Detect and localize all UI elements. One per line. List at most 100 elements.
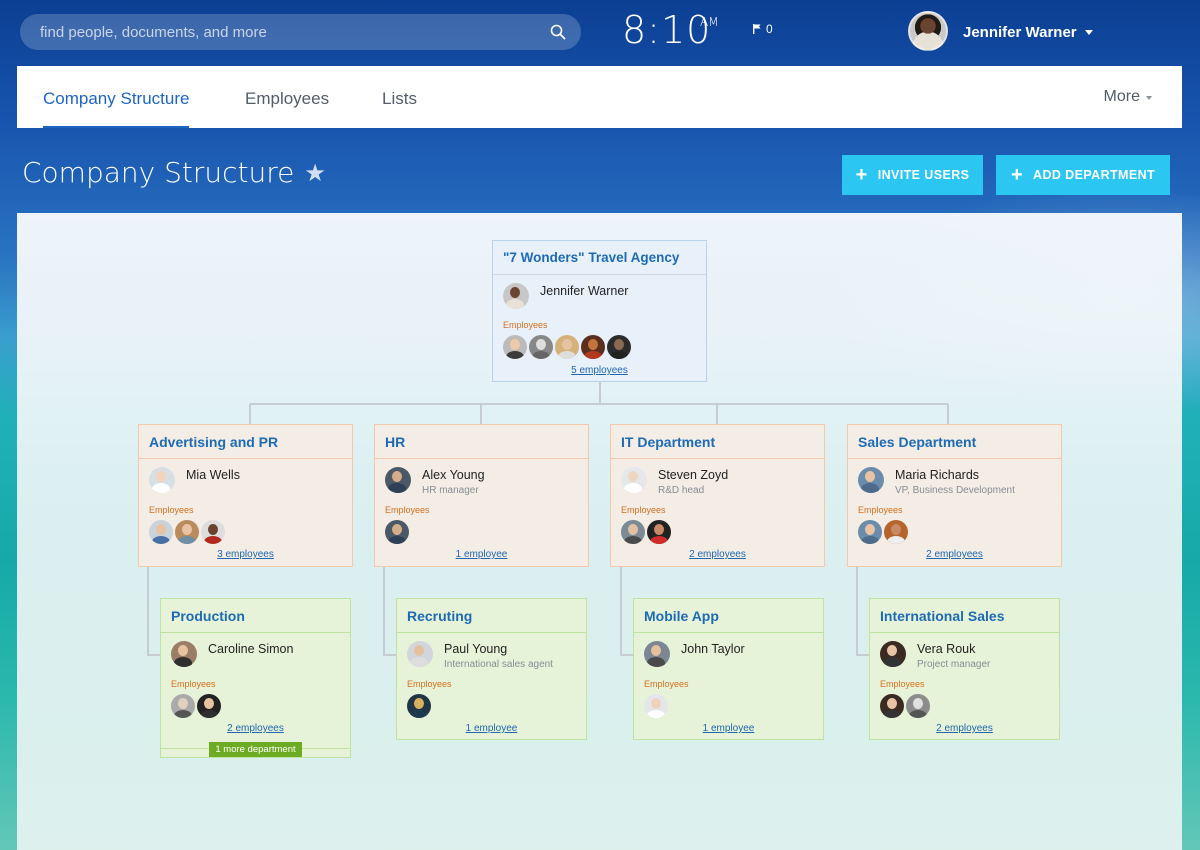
avatar[interactable]	[644, 641, 670, 667]
department-head[interactable]: Alex Young HR manager	[385, 467, 485, 496]
head-name: Alex Young	[422, 468, 485, 482]
star-icon[interactable]: ★	[304, 159, 326, 187]
department-head[interactable]: Vera Rouk Project manager	[880, 641, 990, 670]
structure-panel: "7 Wonders" Travel Agency Jennifer Warne…	[17, 213, 1182, 850]
employee-avatars	[621, 520, 671, 544]
head-role: VP, Business Development	[895, 485, 1015, 496]
tab-employees[interactable]: Employees	[245, 66, 329, 128]
tab-company-structure[interactable]: Company Structure	[43, 66, 190, 128]
avatar[interactable]	[149, 467, 175, 493]
avatar[interactable]	[503, 335, 527, 359]
avatar[interactable]	[884, 520, 908, 544]
plus-icon: +	[855, 164, 868, 186]
avatar[interactable]	[201, 520, 225, 544]
avatar[interactable]	[407, 694, 431, 718]
add-department-button[interactable]: + ADD DEPARTMENT	[996, 155, 1170, 195]
avatar[interactable]	[906, 694, 930, 718]
user-avatar[interactable]	[908, 11, 948, 51]
page-title-row: Company Structure ★	[22, 156, 326, 189]
avatar[interactable]	[175, 520, 199, 544]
user-menu[interactable]: Jennifer Warner	[963, 24, 1093, 41]
department-title[interactable]: Advertising and PR	[139, 425, 352, 459]
employees-label: Employees	[407, 679, 452, 689]
avatar[interactable]	[880, 694, 904, 718]
avatar[interactable]	[171, 641, 197, 667]
plus-icon: +	[1010, 164, 1024, 186]
avatar[interactable]	[385, 520, 409, 544]
head-name: Paul Young	[444, 642, 508, 656]
avatar[interactable]	[555, 335, 579, 359]
avatar[interactable]	[149, 520, 173, 544]
department-title[interactable]: Mobile App	[634, 599, 823, 633]
avatar[interactable]	[503, 283, 529, 309]
search-input[interactable]	[40, 23, 549, 41]
employees-count-link[interactable]: 1 employee	[397, 723, 586, 734]
more-menu[interactable]: More	[1104, 66, 1152, 128]
subdepartment-card-international-sales[interactable]: International Sales Vera Rouk Project ma…	[869, 598, 1060, 740]
avatar[interactable]	[644, 694, 668, 718]
avatar[interactable]	[621, 467, 647, 493]
subdepartment-card-mobile-app[interactable]: Mobile App John Taylor Employees 1 emplo…	[633, 598, 824, 740]
notifications[interactable]: 0	[753, 22, 773, 36]
avatar[interactable]	[385, 467, 411, 493]
department-title[interactable]: International Sales	[870, 599, 1059, 633]
subdepartment-card-production[interactable]: Production Caroline Simon Employees 2 em…	[160, 598, 351, 758]
employees-count-link[interactable]: 2 employees	[161, 723, 350, 734]
employees-label: Employees	[644, 679, 689, 689]
employees-label: Employees	[621, 505, 666, 515]
avatar[interactable]	[197, 694, 221, 718]
department-head[interactable]: Caroline Simon	[171, 641, 293, 667]
department-card-sales[interactable]: Sales Department Maria Richards VP, Busi…	[847, 424, 1062, 567]
department-title[interactable]: HR	[375, 425, 588, 459]
invite-users-label: INVITE USERS	[877, 168, 970, 182]
subdepartment-card-recruting[interactable]: Recruting Paul Young International sales…	[396, 598, 587, 740]
head-role: R&D head	[658, 485, 705, 496]
employees-count-link[interactable]: 2 employees	[870, 723, 1059, 734]
employees-count-link[interactable]: 5 employees	[493, 365, 706, 376]
employees-count-link[interactable]: 1 employee	[634, 723, 823, 734]
avatar[interactable]	[171, 694, 195, 718]
department-head[interactable]: Maria Richards VP, Business Development	[858, 467, 1015, 496]
clock-ampm: AM	[700, 15, 719, 29]
avatar[interactable]	[858, 467, 884, 493]
department-card-advertising[interactable]: Advertising and PR Mia Wells Employees 3…	[138, 424, 353, 567]
avatar[interactable]	[880, 641, 906, 667]
head-role: International sales agent	[444, 659, 553, 670]
employees-count-link[interactable]: 1 employee	[375, 549, 588, 560]
more-label: More	[1103, 88, 1140, 105]
avatar[interactable]	[621, 520, 645, 544]
avatar[interactable]	[529, 335, 553, 359]
root-department-card[interactable]: "7 Wonders" Travel Agency Jennifer Warne…	[492, 240, 707, 382]
department-card-it[interactable]: IT Department Steven Zoyd R&D head Emplo…	[610, 424, 825, 567]
department-head[interactable]: Steven Zoyd R&D head	[621, 467, 728, 496]
avatar[interactable]	[858, 520, 882, 544]
employees-label: Employees	[171, 679, 216, 689]
tab-lists[interactable]: Lists	[382, 66, 417, 128]
department-title[interactable]: Sales Department	[848, 425, 1061, 459]
department-title[interactable]: IT Department	[611, 425, 824, 459]
avatar[interactable]	[607, 335, 631, 359]
invite-users-button[interactable]: + INVITE USERS	[842, 155, 983, 195]
employees-count-link[interactable]: 2 employees	[848, 549, 1061, 560]
more-departments-badge[interactable]: 1 more department	[209, 742, 302, 757]
department-title[interactable]: Production	[161, 599, 350, 633]
department-card-hr[interactable]: HR Alex Young HR manager Employees 1 emp…	[374, 424, 589, 567]
head-name: Steven Zoyd	[658, 468, 729, 482]
avatar[interactable]	[581, 335, 605, 359]
avatar[interactable]	[647, 520, 671, 544]
user-name: Jennifer Warner	[963, 24, 1077, 41]
employees-count-link[interactable]: 3 employees	[139, 549, 352, 560]
employees-label: Employees	[503, 320, 548, 330]
head-name: John Taylor	[681, 642, 745, 656]
employees-count-link[interactable]: 2 employees	[611, 549, 824, 560]
search-box[interactable]	[20, 14, 581, 50]
department-title[interactable]: "7 Wonders" Travel Agency	[493, 241, 706, 275]
department-head[interactable]: John Taylor	[644, 641, 745, 667]
department-title[interactable]: Recruting	[397, 599, 586, 633]
department-head[interactable]: Paul Young International sales agent	[407, 641, 553, 670]
department-head[interactable]: Mia Wells	[149, 467, 240, 493]
department-head[interactable]: Jennifer Warner	[503, 283, 628, 309]
search-icon[interactable]	[549, 23, 567, 41]
clock[interactable]: 8:10 AM	[622, 8, 719, 52]
avatar[interactable]	[407, 641, 433, 667]
